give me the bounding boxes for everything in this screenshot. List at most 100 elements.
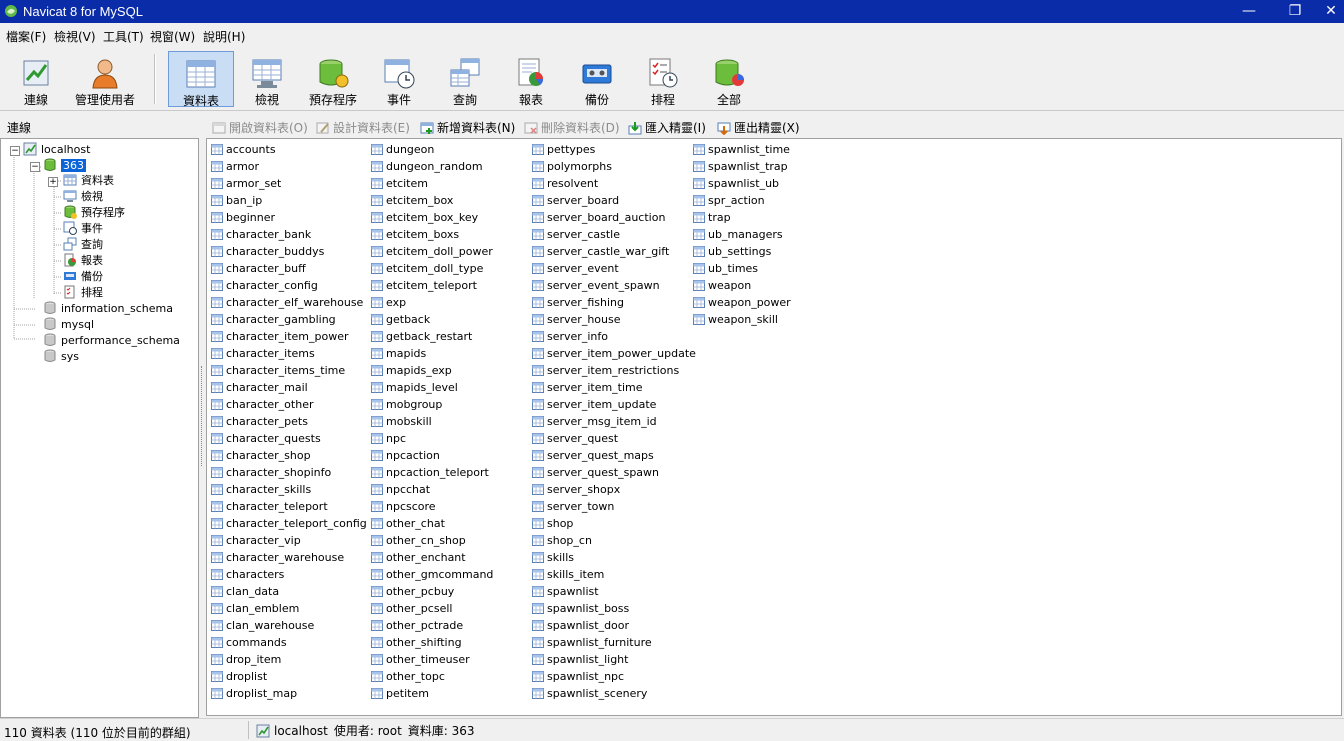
table-item[interactable]: spr_action bbox=[693, 192, 765, 209]
table-item[interactable]: server_info bbox=[532, 328, 608, 345]
table-item[interactable]: spawnlist_time bbox=[693, 141, 790, 158]
table-item[interactable]: server_board_auction bbox=[532, 209, 665, 226]
table-item[interactable]: npcaction_teleport bbox=[371, 464, 489, 481]
table-item[interactable]: server_quest bbox=[532, 430, 618, 447]
table-item[interactable]: ub_managers bbox=[693, 226, 783, 243]
table-item[interactable]: server_castle_war_gift bbox=[532, 243, 669, 260]
table-item[interactable]: armor bbox=[211, 158, 259, 175]
table-item[interactable]: spawnlist_furniture bbox=[532, 634, 652, 651]
table-item[interactable]: character_shopinfo bbox=[211, 464, 331, 481]
tree-database-sys[interactable]: sys bbox=[43, 349, 79, 365]
table-item[interactable]: character_pets bbox=[211, 413, 308, 430]
table-item[interactable]: server_msg_item_id bbox=[532, 413, 657, 430]
table-item[interactable]: petitem bbox=[371, 685, 429, 702]
table-item[interactable]: other_pcsell bbox=[371, 600, 452, 617]
table-item[interactable]: spawnlist_boss bbox=[532, 600, 629, 617]
table-item[interactable]: other_pctrade bbox=[371, 617, 463, 634]
table-item[interactable]: shop bbox=[532, 515, 573, 532]
delete-table-button[interactable]: 刪除資料表(D) bbox=[524, 119, 620, 136]
table-item[interactable]: character_vip bbox=[211, 532, 301, 549]
table-item[interactable]: armor_set bbox=[211, 175, 281, 192]
table-item[interactable]: character_items bbox=[211, 345, 315, 362]
user-manager-button[interactable]: 管理使用者 bbox=[70, 51, 140, 107]
table-item[interactable]: etcitem_box bbox=[371, 192, 453, 209]
table-item[interactable]: server_castle bbox=[532, 226, 620, 243]
table-item[interactable]: spawnlist_ub bbox=[693, 175, 779, 192]
tree-item-events[interactable]: 事件 bbox=[63, 221, 103, 237]
tables-button[interactable]: 資料表 bbox=[168, 51, 234, 108]
table-item[interactable]: spawnlist_npc bbox=[532, 668, 624, 685]
tree-connection-localhost[interactable]: localhost bbox=[23, 142, 90, 158]
tree-item-backup[interactable]: 備份 bbox=[63, 269, 103, 285]
minimize-button[interactable]: — bbox=[1226, 0, 1272, 23]
table-item[interactable]: clan_data bbox=[211, 583, 279, 600]
table-item[interactable]: server_fishing bbox=[532, 294, 624, 311]
tree-database-performance-schema[interactable]: performance_schema bbox=[43, 333, 180, 349]
table-item[interactable]: server_town bbox=[532, 498, 614, 515]
design-table-button[interactable]: 設計資料表(E) bbox=[316, 119, 410, 136]
connection-tree[interactable]: − localhost − 363 + 資料表 檢視 預存程序 事件 查詢 報表… bbox=[0, 138, 199, 718]
table-item[interactable]: ub_settings bbox=[693, 243, 771, 260]
table-item[interactable]: etcitem_doll_power bbox=[371, 243, 493, 260]
table-item[interactable]: beginner bbox=[211, 209, 275, 226]
expand-tables-toggle[interactable]: + bbox=[48, 177, 58, 187]
table-item[interactable]: character_config bbox=[211, 277, 318, 294]
table-item[interactable]: character_buddys bbox=[211, 243, 324, 260]
tree-database-363[interactable]: 363 bbox=[43, 158, 86, 174]
table-item[interactable]: clan_warehouse bbox=[211, 617, 314, 634]
procedures-button[interactable]: 預存程序 bbox=[300, 51, 366, 107]
menu-window[interactable]: 視窗(W) bbox=[150, 28, 195, 45]
table-item[interactable]: weapon_power bbox=[693, 294, 791, 311]
table-item[interactable]: character_warehouse bbox=[211, 549, 344, 566]
events-button[interactable]: 事件 bbox=[366, 51, 432, 107]
table-item[interactable]: character_quests bbox=[211, 430, 321, 447]
table-item[interactable]: server_item_time bbox=[532, 379, 643, 396]
pane-splitter[interactable] bbox=[200, 116, 205, 717]
table-item[interactable]: other_shifting bbox=[371, 634, 462, 651]
table-item[interactable]: character_buff bbox=[211, 260, 306, 277]
collapse-localhost-toggle[interactable]: − bbox=[10, 146, 20, 156]
tree-database-information-schema[interactable]: information_schema bbox=[43, 301, 173, 317]
table-item[interactable]: server_quest_spawn bbox=[532, 464, 659, 481]
views-button[interactable]: 檢視 bbox=[234, 51, 300, 107]
table-item[interactable]: server_house bbox=[532, 311, 621, 328]
table-item[interactable]: character_elf_warehouse bbox=[211, 294, 363, 311]
table-item[interactable]: server_item_restrictions bbox=[532, 362, 679, 379]
table-item[interactable]: other_chat bbox=[371, 515, 445, 532]
table-item[interactable]: npcchat bbox=[371, 481, 430, 498]
table-item[interactable]: character_mail bbox=[211, 379, 308, 396]
queries-button[interactable]: 查詢 bbox=[432, 51, 498, 107]
table-item[interactable]: getback bbox=[371, 311, 430, 328]
table-item[interactable]: spawnlist_trap bbox=[693, 158, 788, 175]
table-item[interactable]: skills_item bbox=[532, 566, 604, 583]
table-item[interactable]: commands bbox=[211, 634, 287, 651]
table-item[interactable]: server_event_spawn bbox=[532, 277, 660, 294]
table-list[interactable]: accounts armor armor_set ban_ip beginner char… bbox=[206, 138, 1342, 716]
backup-button[interactable]: 備份 bbox=[564, 51, 630, 107]
table-item[interactable]: character_skills bbox=[211, 481, 311, 498]
splitter-grip[interactable] bbox=[201, 366, 205, 466]
table-item[interactable]: server_board bbox=[532, 192, 619, 209]
table-item[interactable]: other_gmcommand bbox=[371, 566, 493, 583]
table-item[interactable]: spawnlist_light bbox=[532, 651, 628, 668]
table-item[interactable]: other_topc bbox=[371, 668, 445, 685]
tree-item-views[interactable]: 檢視 bbox=[63, 189, 103, 205]
table-item[interactable]: spawnlist_scenery bbox=[532, 685, 647, 702]
table-item[interactable]: npcscore bbox=[371, 498, 436, 515]
table-item[interactable]: drop_item bbox=[211, 651, 281, 668]
table-item[interactable]: weapon bbox=[693, 277, 751, 294]
tree-item-schedule[interactable]: 排程 bbox=[63, 285, 103, 301]
new-table-button[interactable]: 新增資料表(N) bbox=[420, 119, 515, 136]
table-item[interactable]: dungeon_random bbox=[371, 158, 483, 175]
table-item[interactable]: spawnlist bbox=[532, 583, 599, 600]
schedule-button[interactable]: 排程 bbox=[630, 51, 696, 107]
table-item[interactable]: shop_cn bbox=[532, 532, 592, 549]
table-item[interactable]: npc bbox=[371, 430, 406, 447]
table-item[interactable]: character_teleport bbox=[211, 498, 328, 515]
table-item[interactable]: skills bbox=[532, 549, 574, 566]
table-item[interactable]: other_timeuser bbox=[371, 651, 470, 668]
open-table-button[interactable]: 開啟資料表(O) bbox=[212, 119, 308, 136]
table-item[interactable]: accounts bbox=[211, 141, 276, 158]
table-item[interactable]: ban_ip bbox=[211, 192, 262, 209]
table-item[interactable]: mapids bbox=[371, 345, 426, 362]
